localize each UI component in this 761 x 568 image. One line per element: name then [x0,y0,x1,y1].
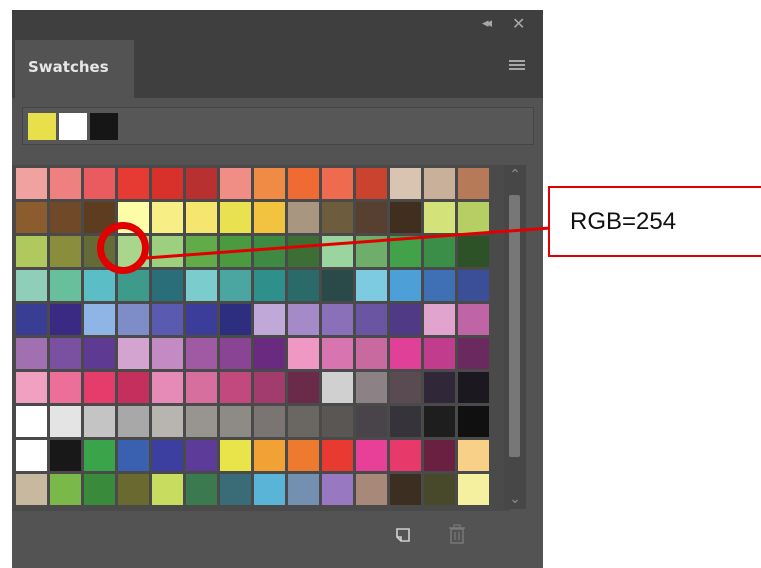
callout-line [145,226,551,260]
callout-text: RGB=254 [570,208,677,235]
callout-box: RGB=254 [548,186,761,257]
